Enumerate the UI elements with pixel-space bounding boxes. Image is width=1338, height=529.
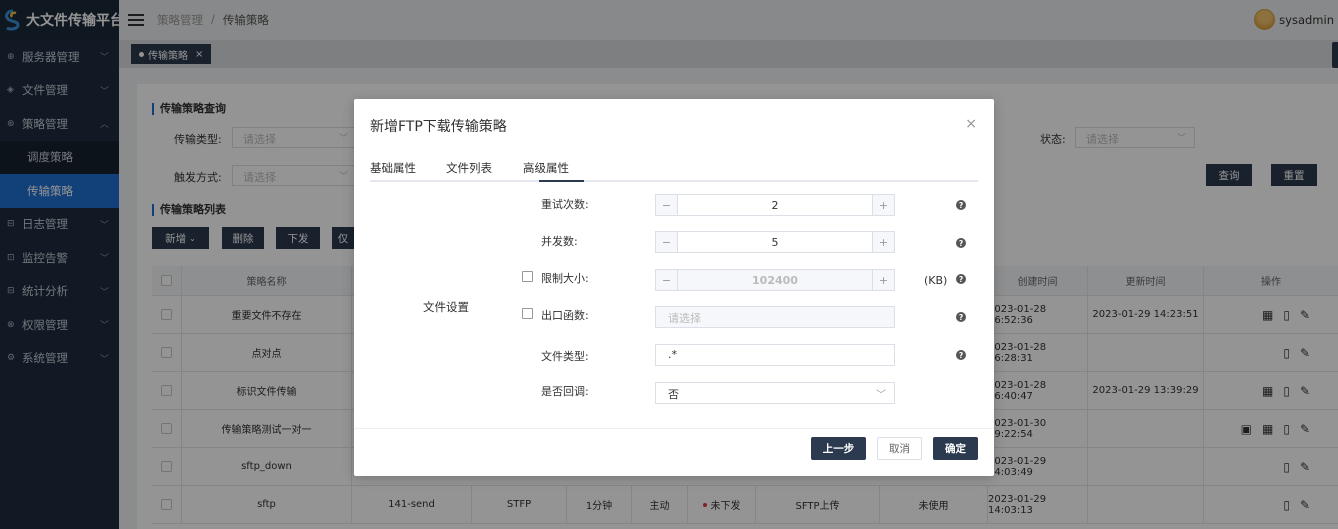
file-type-input[interactable]: .* <box>655 344 895 366</box>
size-unit: (KB) <box>924 274 948 287</box>
file-settings-label: 文件设置 <box>423 300 469 314</box>
concurrency-value[interactable]: 5 <box>678 232 872 252</box>
callback-label: 是否回调: <box>541 385 589 398</box>
help-icon[interactable]: ? <box>956 238 966 248</box>
exit-function-label: 出口函数: <box>541 309 589 322</box>
concurrency-stepper[interactable]: − 5 + <box>655 231 895 253</box>
new-ftp-download-dialog: 新增FTP下载传输策略 × 基础属性 文件列表 高级属性 文件设置 重试次数: … <box>354 99 994 476</box>
retry-label: 重试次数: <box>541 198 589 211</box>
size-limit-label: 限制大小: <box>541 272 589 285</box>
chevron-down-icon: ﹀ <box>876 390 886 401</box>
callback-value: 否 <box>668 388 679 401</box>
file-type-label: 文件类型: <box>541 350 589 363</box>
tab-file-list[interactable]: 文件列表 <box>446 160 492 176</box>
help-icon[interactable]: ? <box>956 350 966 360</box>
active-tab-indicator <box>539 180 584 182</box>
dialog-footer-divider <box>354 428 994 429</box>
size-limit-value[interactable]: 102400 <box>678 270 872 290</box>
exit-function-checkbox[interactable] <box>522 308 533 319</box>
confirm-button[interactable]: 确定 <box>933 437 978 460</box>
retry-decrement-button[interactable]: − <box>656 195 678 215</box>
concurrency-decrement-button[interactable]: − <box>656 232 678 252</box>
retry-increment-button[interactable]: + <box>872 195 894 215</box>
dialog-tabs: 基础属性 文件列表 高级属性 <box>370 157 978 182</box>
size-limit-increment-button[interactable]: + <box>872 270 894 290</box>
close-icon[interactable]: × <box>965 116 977 132</box>
prev-step-button[interactable]: 上一步 <box>811 437 866 460</box>
size-limit-checkbox[interactable] <box>522 271 533 282</box>
help-icon[interactable]: ? <box>956 274 966 284</box>
dialog-title: 新增FTP下载传输策略 <box>370 119 507 135</box>
retry-value[interactable]: 2 <box>678 195 872 215</box>
tab-basic-properties[interactable]: 基础属性 <box>370 160 416 176</box>
retry-stepper[interactable]: − 2 + <box>655 194 895 216</box>
help-icon[interactable]: ? <box>956 312 966 322</box>
size-limit-decrement-button[interactable]: − <box>656 270 678 290</box>
concurrency-increment-button[interactable]: + <box>872 232 894 252</box>
cancel-button[interactable]: 取消 <box>877 437 922 460</box>
help-icon[interactable]: ? <box>956 200 966 210</box>
concurrency-label: 并发数: <box>541 235 578 248</box>
callback-select[interactable]: 否 ﹀ <box>655 382 895 404</box>
tab-advanced-properties[interactable]: 高级属性 <box>523 160 569 176</box>
size-limit-stepper[interactable]: − 102400 + <box>655 269 895 291</box>
exit-function-select[interactable]: 请选择 <box>655 306 895 328</box>
